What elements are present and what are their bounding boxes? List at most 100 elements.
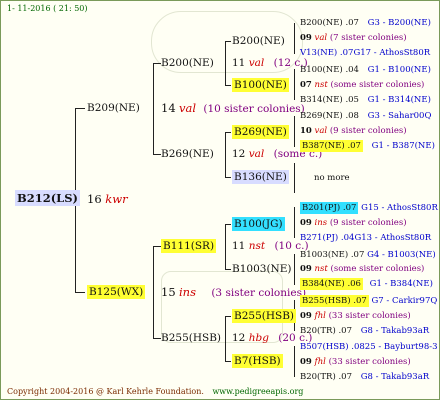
gen3-name: B100(JG) — [232, 217, 285, 231]
gen2-relation: hbg — [248, 332, 269, 344]
gen2-node[interactable]: B255(HSB) — [161, 333, 221, 344]
gen3-node[interactable]: B255(HSB) — [232, 309, 297, 323]
gen4-line: 10 val (9 sister colonies) — [300, 127, 407, 136]
gen3-node[interactable]: B136(NE) — [232, 170, 289, 184]
gen3-node[interactable]: B269(NE) — [232, 125, 289, 139]
gen2-info: 11 val (12 c.) — [232, 58, 308, 69]
connector-line — [225, 316, 231, 317]
connector-line — [294, 207, 295, 238]
gen4-id: B255(HSB) .07 — [300, 295, 369, 307]
gen3-name: B136(NE) — [232, 170, 289, 184]
gen4-count: 09 — [300, 33, 312, 43]
gen4-id: B269(NE) .08 — [300, 111, 359, 121]
connector-line — [225, 361, 231, 362]
site-link[interactable]: www.pedigreeapis.org — [212, 387, 303, 396]
gen4-line: B1003(NE) .07 G4 - B1003(NE) — [300, 251, 436, 260]
gen4-line: B200(NE) .07 G3 - B200(NE) — [300, 19, 431, 28]
gen4-count: 09 — [300, 218, 312, 228]
date-header: 1- 11-2016 ( 21: 50) — [7, 4, 88, 13]
gen4-count: 09 — [300, 357, 312, 367]
root-name: B212(LS) — [15, 190, 80, 206]
gen4-ancestor: G15 - AthosSt80R — [361, 203, 438, 213]
gen4-line: V13(NE) .07G17 - AthosSt80R — [300, 49, 430, 58]
connector-line — [294, 116, 295, 147]
gen4-line: B201(PJ) .07 G15 - AthosSt80R — [300, 202, 438, 214]
gen3-node[interactable]: B100(NE) — [232, 78, 289, 92]
root-relation: kwr — [105, 192, 128, 206]
connector-line — [75, 292, 85, 293]
gen4-id: B314(NE) .05 — [300, 95, 359, 105]
connector-line — [225, 224, 226, 270]
gen4-count: 09 — [300, 264, 312, 274]
gen3-name: B7(HSB) — [232, 354, 283, 368]
gen4-line: B20(TR) .07 G8 - Takab93aR — [300, 327, 429, 336]
gen2-relation: nst — [248, 240, 266, 252]
gen1-relation: val — [178, 101, 197, 115]
connector-line — [225, 224, 231, 225]
gen4-id: B200(NE) .07 — [300, 18, 359, 28]
gen2-count: 12 — [232, 332, 246, 344]
gen2-count: 11 — [232, 57, 246, 69]
gen1-relation: ins — [178, 285, 196, 299]
gen4-count: 07 — [300, 80, 312, 90]
gen1-node-sire[interactable]: B209(NE) — [87, 103, 140, 114]
gen4-id: B100(NE) .04 — [300, 65, 359, 75]
connector-line — [153, 246, 161, 247]
gen4-line: B100(NE) .04 G1 - B100(NE) — [300, 66, 431, 75]
gen4-id: B20(TR) .07 — [300, 326, 352, 336]
gen3-name: B255(HSB) — [232, 309, 297, 323]
gen2-count: 11 — [232, 240, 246, 252]
gen4-note: (9 sister colonies) — [329, 218, 407, 228]
connector-line — [294, 163, 295, 193]
gen2-node[interactable]: B111(SR) — [161, 239, 217, 253]
gen4-count: 10 — [300, 126, 312, 136]
gen4-line: B387(NE) .07 G1 - B387(NE) — [300, 140, 435, 152]
connector-line — [225, 85, 231, 86]
gen4-id: V13(NE) .07G17 - AthosSt80R — [300, 48, 431, 58]
gen4-ancestor: G7 - Carkir97Q — [371, 296, 438, 306]
gen3-node[interactable]: B200(NE) — [232, 36, 285, 47]
gen4-line: B20(TR) .07 G8 - Takab93aR — [300, 373, 429, 382]
connector-line — [294, 23, 295, 54]
gen4-relation: val — [314, 126, 328, 136]
gen4-note: (33 sister colonies) — [328, 311, 411, 321]
connector-line — [294, 254, 295, 285]
gen3-name: B200(NE) — [232, 35, 285, 47]
gen2-node[interactable]: B200(NE) — [161, 58, 214, 69]
gen1-note: (3 sister colonies) — [211, 287, 307, 299]
gen3-node[interactable]: B100(JG) — [232, 217, 285, 231]
gen4-ancestor: G1 - B100(NE) — [367, 65, 431, 75]
gen3-node[interactable]: B1003(NE) — [232, 264, 291, 275]
gen1-node-dam[interactable]: B125(WX) — [87, 285, 146, 299]
gen1-note: (10 sister colonies) — [203, 103, 305, 115]
gen3-node[interactable]: B7(HSB) — [232, 354, 283, 368]
gen1-name: B125(WX) — [87, 285, 146, 299]
gen4-line: 09 nst (some sister colonies) — [300, 265, 424, 274]
gen4-relation: val — [314, 33, 328, 43]
gen2-node[interactable]: B269(NE) — [161, 149, 214, 160]
connector-line — [153, 338, 161, 339]
gen4-id: B384(NE) .06 — [300, 278, 363, 290]
gen4-ancestor: G3 - B200(NE) — [367, 18, 431, 28]
gen4-relation: fhl — [314, 311, 326, 321]
gen1-info-sire: 14 val (10 sister colonies) — [161, 101, 305, 115]
root-node[interactable]: B212(LS) — [15, 190, 80, 206]
root-count: 16 — [87, 192, 102, 206]
gen2-relation: val — [248, 148, 265, 160]
gen2-count: 12 — [232, 148, 246, 160]
gen4-relation: nst — [314, 80, 328, 90]
gen4-line: B507(HSB) .0825 - Bayburt98-3 — [300, 343, 438, 352]
gen4-note: (some sister colonies) — [330, 264, 425, 274]
gen4-line: 09 fhl (33 sister colonies) — [300, 358, 411, 367]
gen1-count: 15 — [161, 285, 176, 299]
gen4-note: (33 sister colonies) — [328, 357, 411, 367]
pedigree-frame: 1- 11-2016 ( 21: 50) B212(LS) 16 kwr B20… — [0, 0, 440, 400]
root-info: 16 kwr — [87, 192, 128, 206]
gen4-line: B314(NE) .05 G1 - B314(NE) — [300, 96, 431, 105]
gen4-line: no more — [314, 174, 350, 183]
gen3-name: B269(NE) — [232, 125, 289, 139]
gen4-line: B384(NE) .06 G1 - B384(NE) — [300, 278, 433, 290]
gen4-line: B269(NE) .08 G3 - Sahar00Q — [300, 112, 431, 121]
connector-line — [153, 154, 161, 155]
connector-line — [225, 177, 231, 178]
